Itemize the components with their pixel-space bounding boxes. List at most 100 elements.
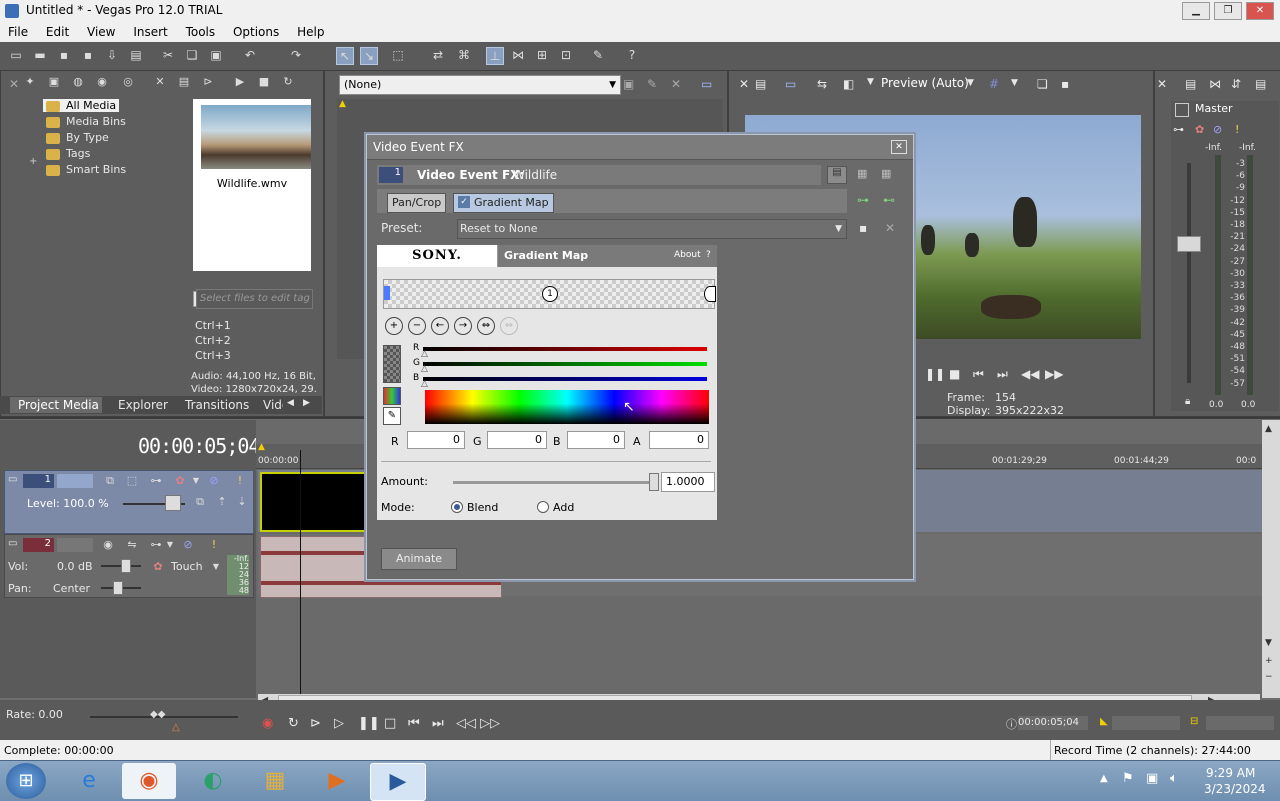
track-name-field[interactable] bbox=[57, 474, 93, 488]
save-preset-icon[interactable]: ▣ bbox=[623, 77, 634, 91]
color-spectrum[interactable] bbox=[425, 390, 709, 424]
track-collapse-icon[interactable]: ▭ bbox=[8, 538, 17, 549]
tab-scroll-left-icon[interactable]: ◀ bbox=[287, 398, 294, 408]
media-tag-search[interactable]: Select files to edit tag bbox=[196, 289, 313, 309]
mixer-insert-bus-icon[interactable]: ▤ bbox=[1185, 77, 1196, 91]
file-explorer-icon[interactable]: ▦ bbox=[248, 763, 302, 799]
properties-icon[interactable]: ▤ bbox=[128, 47, 144, 63]
menu-edit[interactable]: Edit bbox=[46, 25, 69, 39]
mixer-dim-icon[interactable]: ⇵ bbox=[1231, 77, 1241, 91]
level-slider-handle[interactable] bbox=[165, 495, 181, 511]
automation-icon[interactable]: ✿ bbox=[151, 560, 165, 574]
track-fx-icon[interactable]: ⊶ bbox=[149, 474, 163, 488]
fx-preset-dropdown[interactable]: (None) ▼ bbox=[339, 75, 621, 95]
flag-icon[interactable]: ⚑ bbox=[1122, 771, 1134, 786]
pause-icon[interactable]: ❚❚ bbox=[358, 716, 380, 731]
dialog-close-icon[interactable]: ✕ bbox=[891, 140, 907, 154]
normal-edit-tool-icon[interactable]: ↖ bbox=[336, 47, 354, 65]
tree-expand-icon[interactable]: + bbox=[29, 156, 37, 167]
arm-record-icon[interactable]: ◉ bbox=[101, 538, 115, 552]
clock-time[interactable]: 9:29 AM bbox=[1206, 766, 1255, 780]
rate-slider-handle[interactable]: ◆◆ bbox=[150, 709, 165, 720]
lock-envelopes-icon[interactable]: ⌘ bbox=[456, 47, 472, 63]
monitor-icon[interactable]: ▭ bbox=[701, 77, 712, 91]
chain-remove-icon[interactable]: ⊷ bbox=[883, 193, 895, 207]
master-fx-chain-icon[interactable]: ⊶ bbox=[1173, 123, 1184, 136]
menu-insert[interactable]: Insert bbox=[133, 25, 167, 39]
stop-media-icon[interactable]: ■ bbox=[257, 75, 271, 89]
video-track-header[interactable]: ▭ 1 ⧉ ⬚ ⊶ ✿ ▼ ⊘ ! Level: 100.0 % ⧉ ⇡ ⇣ bbox=[4, 470, 254, 534]
distribute-icon[interactable]: ⇔ bbox=[477, 317, 495, 335]
go-to-end-icon[interactable]: ⏭ bbox=[432, 716, 444, 731]
parent-track-icon[interactable]: ⧉ bbox=[193, 495, 207, 509]
next-frame-icon[interactable]: ▷▷ bbox=[480, 716, 500, 731]
track-mute-icon[interactable]: ⊘ bbox=[181, 538, 195, 552]
track-solo-icon[interactable]: ! bbox=[233, 474, 247, 488]
move-right-icon[interactable]: → bbox=[454, 317, 472, 335]
selection-start-field[interactable] bbox=[1112, 716, 1180, 730]
preview-prev-frame-icon[interactable]: ⏮ bbox=[973, 367, 984, 382]
delete-preset-icon[interactable]: ✕ bbox=[885, 221, 895, 235]
media-player-icon[interactable]: ▶ bbox=[310, 763, 364, 799]
media-properties-icon[interactable]: ▤ bbox=[177, 75, 191, 89]
whats-this-help-icon[interactable]: ? bbox=[624, 47, 640, 63]
preview-next-frame-icon[interactable]: ⏭ bbox=[997, 367, 1008, 382]
track-mute-icon[interactable]: ⊘ bbox=[207, 474, 221, 488]
scroll-down-icon[interactable]: ▼ bbox=[1265, 638, 1272, 648]
media-generator-icon[interactable]: ⊳ bbox=[201, 75, 215, 89]
tray-expand-icon[interactable]: ▲ bbox=[1100, 773, 1108, 784]
save-icon[interactable]: ▪ bbox=[56, 47, 72, 63]
preview-quality[interactable]: Preview (Auto) bbox=[881, 76, 969, 90]
track-fx-gear-icon[interactable]: ✿ bbox=[173, 474, 187, 488]
master-lock-icon[interactable]: 🔒︎ bbox=[1185, 396, 1190, 407]
remove-color-icon[interactable]: − bbox=[408, 317, 426, 335]
split-dropdown-icon[interactable]: ▼ bbox=[867, 77, 874, 87]
reverse-icon[interactable]: ⇔ bbox=[500, 317, 518, 335]
rgba-value-a[interactable]: 0 bbox=[649, 431, 709, 449]
cut-icon[interactable]: ✂ bbox=[160, 47, 176, 63]
selection-length-field[interactable] bbox=[1206, 716, 1274, 730]
master-solo-icon[interactable]: ! bbox=[1235, 123, 1239, 136]
track-solo-icon[interactable]: ! bbox=[207, 538, 221, 552]
app-icon[interactable]: ◐ bbox=[186, 763, 240, 799]
external-monitor-icon[interactable]: ▭ bbox=[785, 77, 796, 91]
tree-item-tags[interactable]: Tags bbox=[46, 147, 90, 160]
gradient-marker[interactable]: 1 bbox=[542, 286, 558, 302]
rgba-value-g[interactable]: 0 bbox=[487, 431, 547, 449]
menu-file[interactable]: File bbox=[8, 25, 28, 39]
amount-slider-handle[interactable] bbox=[649, 473, 659, 491]
import-media-icon[interactable]: ✦ bbox=[23, 75, 37, 89]
save-as-icon[interactable]: ▪ bbox=[80, 47, 96, 63]
track-motion-icon[interactable]: ⧉ bbox=[103, 474, 117, 488]
make-compositing-child-icon[interactable]: ⇣ bbox=[235, 495, 249, 509]
auto-crossfade-icon[interactable]: ⋈ bbox=[510, 47, 526, 63]
cursor-position-time[interactable]: 00:00:05;04 bbox=[1018, 716, 1088, 730]
master-close-icon[interactable]: ✕ bbox=[1157, 77, 1167, 91]
chain-gradient-map[interactable]: ✓ Gradient Map bbox=[453, 193, 554, 213]
clock-date[interactable]: 3/23/2024 bbox=[1204, 782, 1266, 796]
animate-button[interactable]: Animate bbox=[381, 548, 457, 570]
overlays-icon[interactable]: # bbox=[989, 77, 999, 91]
automation-mode[interactable]: Touch bbox=[171, 560, 203, 573]
stop-icon[interactable]: □ bbox=[384, 716, 396, 731]
media-fx-icon[interactable]: ◎ bbox=[121, 75, 135, 89]
menu-help[interactable]: Help bbox=[297, 25, 324, 39]
automation-dropdown-icon[interactable]: ▼ bbox=[209, 560, 223, 574]
start-button[interactable]: ⊞ bbox=[6, 763, 46, 799]
auto-ripple-icon[interactable]: ⇄ bbox=[430, 47, 446, 63]
redo-icon[interactable]: ↷ bbox=[288, 47, 304, 63]
minimize-button[interactable]: ▁ bbox=[1182, 2, 1210, 20]
about-help[interactable]: ? bbox=[706, 250, 711, 260]
vol-slider-handle[interactable] bbox=[121, 559, 131, 573]
record-icon[interactable]: ◉ bbox=[262, 716, 273, 731]
render-icon[interactable]: ⇩ bbox=[104, 47, 120, 63]
undo-icon[interactable]: ↶ bbox=[242, 47, 258, 63]
video-fx-icon[interactable]: ⇆ bbox=[817, 77, 827, 91]
mode-blend-radio[interactable] bbox=[451, 501, 463, 513]
tree-item-smart-bins[interactable]: Smart Bins bbox=[46, 163, 126, 176]
master-bypass-icon[interactable] bbox=[1175, 103, 1189, 117]
zoom-out-icon[interactable]: − bbox=[1265, 672, 1273, 682]
mode-add-radio[interactable] bbox=[537, 501, 549, 513]
green-slider[interactable] bbox=[423, 362, 707, 366]
preset-dropdown[interactable]: Reset to None ▼ bbox=[457, 219, 847, 239]
